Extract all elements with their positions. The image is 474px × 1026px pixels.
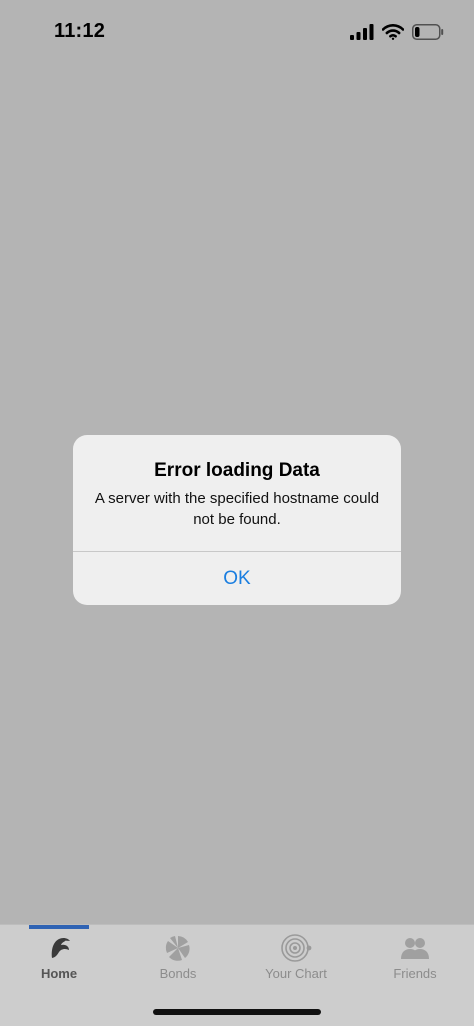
ok-button[interactable]: OK xyxy=(73,552,401,605)
status-icons xyxy=(350,21,444,43)
home-indicator[interactable] xyxy=(153,1009,321,1015)
tab-your-chart-label: Your Chart xyxy=(265,966,327,981)
chart-icon xyxy=(281,934,312,962)
tab-bonds-label: Bonds xyxy=(159,966,197,981)
tab-friends-label: Friends xyxy=(393,966,437,981)
tab-home[interactable]: Home xyxy=(0,931,118,993)
signal-icon xyxy=(350,24,374,40)
tab-home-label: Home xyxy=(40,966,78,981)
tab-your-chart[interactable]: Your Chart xyxy=(237,931,355,993)
alert-message: A server with the specified hostname cou… xyxy=(94,490,380,528)
alert-title: Error loading Data xyxy=(154,460,320,481)
status-bar: 11:12 xyxy=(0,0,474,62)
error-alert-dialog: Error loading Data A server with the spe… xyxy=(73,435,401,605)
tab-selected-indicator xyxy=(29,925,89,929)
battery-icon xyxy=(412,24,444,40)
tab-bonds[interactable]: Bonds xyxy=(119,931,237,993)
bonds-icon xyxy=(165,936,190,961)
alert-body: Error loading Data A server with the spe… xyxy=(73,435,401,551)
friends-icon xyxy=(401,938,429,959)
wifi-icon xyxy=(382,24,404,40)
status-time: 11:12 xyxy=(54,20,106,42)
home-icon xyxy=(51,937,70,958)
tab-friends[interactable]: Friends xyxy=(356,931,474,993)
